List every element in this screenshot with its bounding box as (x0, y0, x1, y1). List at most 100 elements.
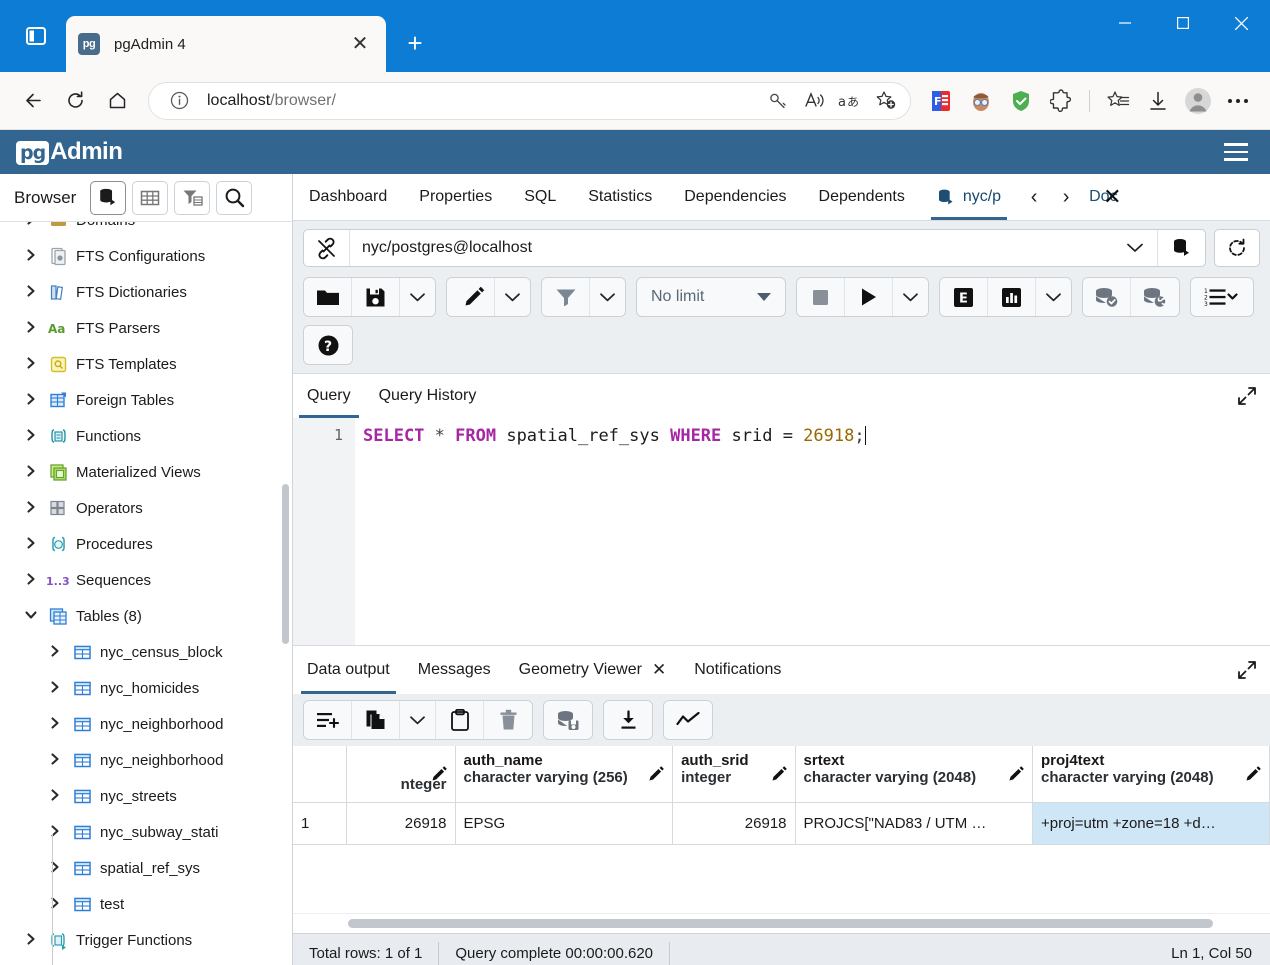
grid-horizontal-scroll-area[interactable] (293, 913, 1270, 933)
settings-more-icon[interactable] (1220, 83, 1256, 119)
chevron-right-icon[interactable] (24, 932, 46, 949)
table-cell[interactable]: EPSG (455, 802, 674, 845)
edit-button[interactable] (447, 278, 495, 316)
tree-node-nyc-homicides[interactable]: nyc_homicides (0, 670, 292, 706)
tree-node-trigger-functions[interactable]: Trigger Functions (0, 922, 292, 958)
output-tab-geometry-viewer[interactable]: Geometry Viewer ✕ (505, 646, 681, 694)
home-icon[interactable] (98, 82, 136, 120)
refresh-icon[interactable] (56, 82, 94, 120)
downloads-icon[interactable] (1140, 83, 1176, 119)
chevron-right-icon[interactable] (24, 536, 46, 553)
filter-dropdown[interactable] (590, 278, 625, 316)
tab-dependents[interactable]: Dependents (803, 174, 921, 220)
sql-code[interactable]: SELECT * FROM spatial_ref_sys WHERE srid… (355, 418, 1270, 645)
maximize-icon[interactable] (1154, 0, 1212, 46)
stop-query-button[interactable] (797, 278, 845, 316)
edit-pencil-icon[interactable] (431, 765, 448, 786)
back-icon[interactable] (14, 82, 52, 120)
chevron-right-icon[interactable] (24, 500, 46, 517)
extension-f5-icon[interactable]: F (923, 83, 959, 119)
open-file-button[interactable] (304, 278, 352, 316)
tab-actions-icon[interactable] (14, 14, 58, 58)
tree-node-test[interactable]: test (0, 886, 292, 922)
line-chart-icon[interactable] (664, 701, 712, 739)
tree-node-functions[interactable]: Functions (0, 418, 292, 454)
chevron-right-icon[interactable] (24, 320, 46, 337)
tree-node-materialized-views[interactable]: Materialized Views (0, 454, 292, 490)
tree-node-fts-dictionaries[interactable]: FTS Dictionaries (0, 274, 292, 310)
table-cell[interactable]: +proj=utm +zone=18 +d… (1032, 802, 1270, 845)
browser-tab[interactable]: pg pgAdmin 4 ✕ (66, 16, 386, 72)
column-header-srtext[interactable]: srtext character varying (2048) (795, 746, 1033, 803)
output-tab-data-output[interactable]: Data output (293, 646, 404, 694)
query-tab-query-history[interactable]: Query History (365, 374, 491, 418)
download-icon[interactable] (604, 701, 652, 739)
extension-face-icon[interactable] (963, 83, 999, 119)
expand-diagonal-icon[interactable] (1224, 646, 1270, 694)
explain-e-icon[interactable]: E (940, 278, 988, 316)
database-save-icon[interactable] (544, 701, 592, 739)
tree-node-sequences[interactable]: 1..3 Sequences (0, 562, 292, 598)
sql-editor[interactable]: 1 SELECT * FROM spatial_ref_sys WHERE sr… (293, 418, 1270, 645)
connection-selector[interactable]: nyc/postgres@localhost (303, 229, 1206, 267)
adblock-shield-icon[interactable] (1003, 83, 1039, 119)
table-cell[interactable]: 26918 (346, 802, 456, 845)
browser-tree-button[interactable] (90, 180, 127, 215)
chevron-right-icon[interactable] (24, 428, 46, 445)
tab-properties[interactable]: Properties (403, 174, 508, 220)
chevron-down-icon[interactable] (24, 608, 46, 625)
add-favorite-icon[interactable] (868, 83, 904, 119)
tab-statistics[interactable]: Statistics (572, 174, 668, 220)
chevron-right-icon[interactable] (48, 788, 70, 805)
database-play-icon[interactable] (1157, 230, 1205, 266)
close-icon[interactable]: ✕ (1103, 186, 1121, 208)
tab-nyc-p[interactable]: nyc/p (921, 174, 1017, 220)
copy-icon[interactable] (352, 701, 400, 739)
table-cell[interactable]: 26918 (672, 802, 796, 845)
numbered-list-icon[interactable]: 123 (1191, 278, 1253, 316)
save-file-dropdown[interactable] (400, 278, 435, 316)
column-header-auth_srid[interactable]: auth_srid integer (672, 746, 796, 803)
tree-node-operators[interactable]: Operators (0, 490, 292, 526)
minimize-icon[interactable] (1096, 0, 1154, 46)
chevron-right-icon[interactable] (48, 644, 70, 661)
tab-sql[interactable]: SQL (508, 174, 572, 220)
extensions-puzzle-icon[interactable] (1043, 83, 1079, 119)
grid-horizontal-scrollbar[interactable] (348, 919, 1213, 928)
chevron-right-icon[interactable] (24, 572, 46, 589)
chevron-right-icon[interactable] (24, 392, 46, 409)
tree-node-fts-parsers[interactable]: Aa FTS Parsers (0, 310, 292, 346)
table-cell[interactable]: PROJCS["NAD83 / UTM … (795, 802, 1033, 845)
profile-icon[interactable] (1180, 83, 1216, 119)
tab-scroll-right-icon[interactable]: › (1051, 179, 1081, 215)
query-tab-query[interactable]: Query (293, 374, 365, 418)
edit-pencil-icon[interactable] (648, 765, 665, 786)
question-circle-icon[interactable]: ? (304, 326, 352, 364)
browser-tree[interactable]: Domains FTS Configurations FTS Dictionarie… (0, 222, 292, 965)
tree-vertical-scrollbar[interactable] (282, 484, 289, 644)
execute-query-button[interactable] (845, 278, 893, 316)
tree-node-foreign-tables[interactable]: Foreign Tables (0, 382, 292, 418)
collections-icon[interactable] (1100, 83, 1136, 119)
explain-dropdown[interactable] (1036, 278, 1071, 316)
info-icon[interactable] (161, 83, 197, 119)
column-header-proj4text[interactable]: proj4text character varying (2048) (1032, 746, 1270, 803)
edit-pencil-icon[interactable] (771, 765, 788, 786)
database-check-icon[interactable] (1083, 278, 1131, 316)
object-tab-partial[interactable]: Doc ✕ (1083, 174, 1123, 220)
edit-pencil-icon[interactable] (1245, 765, 1262, 786)
explain-chart-icon[interactable] (988, 278, 1036, 316)
search-icon[interactable] (216, 180, 253, 215)
chevron-right-icon[interactable] (48, 716, 70, 733)
tab-scroll-left-icon[interactable]: ‹ (1019, 179, 1049, 215)
translate-icon[interactable]: aあ (832, 83, 868, 119)
save-file-button[interactable] (352, 278, 400, 316)
tab-dependencies[interactable]: Dependencies (668, 174, 802, 220)
new-tab-button[interactable]: + (396, 24, 434, 62)
address-bar[interactable]: localhost/browser/ aあ (148, 81, 911, 120)
add-row-icon[interactable] (304, 701, 352, 739)
column-header-auth_name[interactable]: auth_name character varying (256) (455, 746, 674, 803)
chevron-right-icon[interactable] (24, 464, 46, 481)
tree-node-fts-templates[interactable]: FTS Templates (0, 346, 292, 382)
chevron-down-icon[interactable] (1113, 240, 1157, 257)
